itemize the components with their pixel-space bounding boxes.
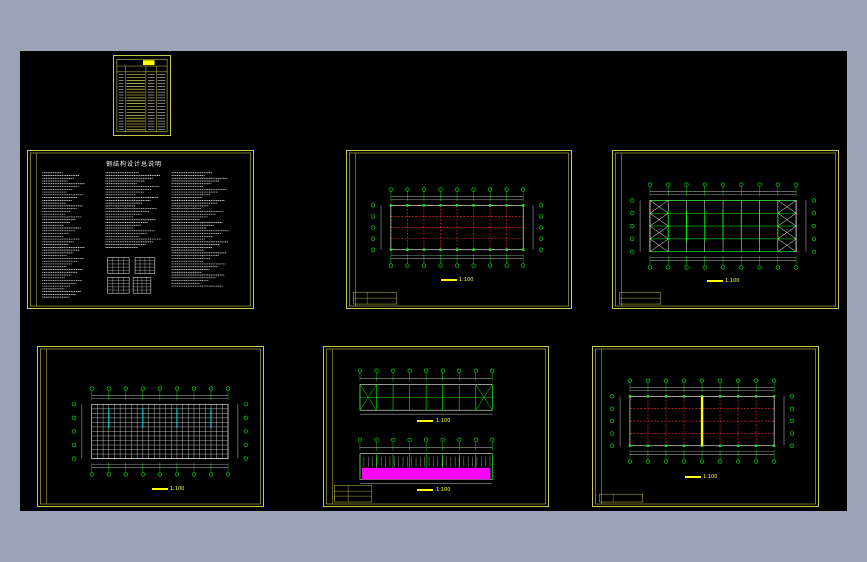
sheet-column-plan[interactable]: 1:100 bbox=[346, 150, 572, 309]
column-plan-drawing bbox=[349, 152, 569, 307]
anchor-plan-drawing bbox=[595, 348, 816, 505]
drawing-index-table bbox=[116, 59, 168, 132]
caption-underline bbox=[707, 280, 723, 282]
anchor-plan-scale: 1:100 bbox=[703, 474, 718, 480]
sheet-anchor-plan[interactable]: 1:100 bbox=[592, 346, 819, 507]
caption-underline bbox=[417, 420, 433, 422]
sheet-design-notes[interactable]: 钢结构设计总说明 bbox=[27, 150, 254, 309]
purlin-plan-drawing bbox=[40, 348, 261, 505]
elevation-1-scale: 1:100 bbox=[436, 418, 451, 424]
caption-underline bbox=[152, 488, 168, 490]
roof-bracing-plan-drawing bbox=[615, 152, 836, 307]
sheet-purlin-plan[interactable]: 1:100 bbox=[37, 346, 264, 507]
elevation-2-scale: 1:100 bbox=[436, 487, 451, 493]
design-notes-title: 钢结构设计总说明 bbox=[106, 161, 163, 168]
caption-underline bbox=[441, 279, 457, 281]
sheet-roof-bracing-plan[interactable]: 1:100 bbox=[612, 150, 839, 309]
column-plan-scale: 1:100 bbox=[459, 277, 474, 283]
caption-underline bbox=[417, 489, 433, 491]
elevations-drawing bbox=[326, 348, 546, 505]
roof-bracing-plan-scale: 1:100 bbox=[725, 278, 740, 284]
sheet-elevations[interactable]: 1:100 1:100 bbox=[323, 346, 549, 507]
caption-underline bbox=[685, 476, 701, 478]
purlin-plan-scale: 1:100 bbox=[170, 486, 185, 492]
drawing-index-sheet[interactable] bbox=[113, 55, 171, 136]
design-notes-drawing bbox=[30, 152, 251, 307]
drawing-canvas[interactable]: 钢结构设计总说明 1:100 1:100 1:100 1:100 1:100 1… bbox=[20, 51, 847, 511]
